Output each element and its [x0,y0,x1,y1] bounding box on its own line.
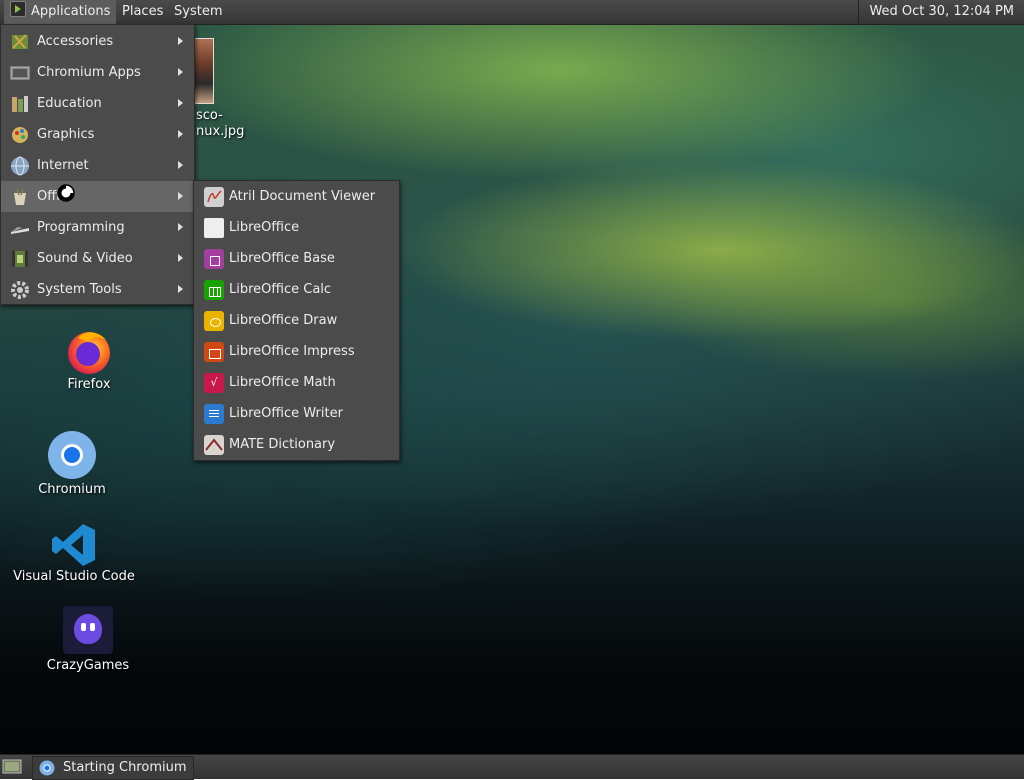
desktop-icon-crazygames[interactable]: CrazyGames [18,606,158,676]
libreoffice-icon [204,218,224,238]
clock[interactable]: Wed Oct 30, 12:04 PM [858,0,1024,24]
applications-icon [10,1,26,17]
submenu-arrow-icon [178,161,183,169]
desktop-icon-label: Firefox [67,377,111,392]
desktop-image-file[interactable]: sco- nux.jpg [192,38,262,148]
menu-item-programming[interactable]: Programming [1,212,194,243]
libreoffice-draw-icon [204,311,224,331]
applications-dropdown: Accessories Chromium Apps Education Grap… [0,24,195,305]
crazygames-icon [63,606,113,654]
image-file-label: sco- nux.jpg [196,108,245,139]
libreoffice-math-icon: √ [204,373,224,393]
education-icon [12,96,28,112]
show-desktop-button[interactable] [2,757,22,776]
system-tools-icon [11,281,29,299]
menu-item-mate-dictionary[interactable]: MATE Dictionary [194,429,399,460]
programming-icon [11,227,29,234]
desktop-icon-label: Chromium [38,482,106,497]
submenu-arrow-icon [178,254,183,262]
chromium-task-icon [39,760,55,776]
office-submenu: Atril Document Viewer LibreOffice LibreO… [193,180,400,461]
libreoffice-calc-icon [204,280,224,300]
submenu-arrow-icon [178,68,183,76]
taskbar-button-label: Starting Chromium [63,760,187,775]
libreoffice-base-icon [204,249,224,269]
vscode-icon [52,524,95,566]
menu-item-system-tools[interactable]: System Tools [1,274,194,305]
menu-item-internet[interactable]: Internet [1,150,194,181]
menu-item-office[interactable]: Offi [1,181,194,212]
chromium-apps-icon [10,66,30,80]
menu-item-libreoffice-draw[interactable]: LibreOffice Draw [194,305,399,336]
firefox-icon [68,332,110,374]
menu-item-libreoffice[interactable]: LibreOffice [194,212,399,243]
applications-menu[interactable]: Applications [4,0,117,24]
desktop-icon-label: CrazyGames [46,658,130,673]
chromium-icon [48,431,96,479]
libreoffice-impress-icon [204,342,224,362]
submenu-arrow-icon [178,223,183,231]
menu-item-sound-video[interactable]: Sound & Video [1,243,194,274]
show-desktop-icon [2,759,22,774]
system-menu[interactable]: System [168,0,228,24]
menu-item-graphics[interactable]: Graphics [1,119,194,150]
menu-item-libreoffice-impress[interactable]: LibreOffice Impress [194,336,399,367]
taskbar-button-chromium[interactable]: Starting Chromium [32,756,194,780]
submenu-arrow-icon [178,285,183,293]
menu-item-accessories[interactable]: Accessories [1,26,194,57]
office-icon [14,188,26,205]
menu-item-libreoffice-base[interactable]: LibreOffice Base [194,243,399,274]
desktop-icon-label: Visual Studio Code [13,569,135,584]
submenu-arrow-icon [178,99,183,107]
menu-item-libreoffice-math[interactable]: √ LibreOffice Math [194,367,399,398]
menu-item-libreoffice-writer[interactable]: LibreOffice Writer [194,398,399,429]
internet-icon [11,156,29,176]
desktop-icon-vscode[interactable]: Visual Studio Code [4,520,144,590]
image-thumbnail [192,38,214,104]
menu-item-chromium-apps[interactable]: Chromium Apps [1,57,194,88]
bottom-panel: Starting Chromium [0,754,1024,780]
places-menu[interactable]: Places [116,0,169,24]
libreoffice-writer-icon [204,404,224,424]
sound-video-icon [12,251,28,267]
graphics-icon [12,127,28,143]
menu-item-libreoffice-calc[interactable]: LibreOffice Calc [194,274,399,305]
busy-cursor-icon [57,184,75,202]
menu-item-education[interactable]: Education [1,88,194,119]
atril-icon [204,187,224,207]
accessories-icon [12,34,28,49]
desktop-icon-firefox[interactable]: Firefox [19,324,159,394]
desktop-icon-chromium[interactable]: Chromium [2,430,142,500]
mate-dictionary-icon [204,435,224,455]
top-panel: Applications Places System Wed Oct 30, 1… [0,0,1024,25]
applications-label: Applications [31,4,111,19]
menu-item-atril[interactable]: Atril Document Viewer [194,181,399,212]
submenu-arrow-icon [178,130,183,138]
submenu-arrow-icon [178,37,183,45]
submenu-arrow-icon [178,192,183,200]
